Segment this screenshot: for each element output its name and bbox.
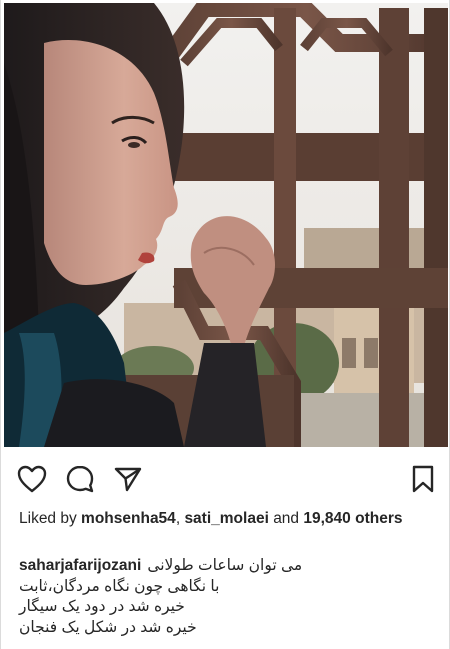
action-bar [1,458,450,502]
likes-separator: , [175,510,181,527]
caption-line-4: خیره شد در شکل یک فنجان [19,618,433,639]
heart-icon[interactable] [15,462,49,496]
liker-username[interactable]: sati_molaei [184,510,268,527]
likes-count[interactable]: 19,840 [303,510,350,527]
caption-text: خیره شد در شکل یک فنجان [19,618,197,636]
likes-prefix: Liked by [19,510,77,527]
caption-text: می توان ساعات طولانی [147,557,303,574]
liker-username[interactable]: mohsenha54 [81,510,176,527]
paper-plane-icon[interactable] [111,462,145,496]
caption-text: با نگاهی چون نگاه مردگان،ثابت [19,577,220,595]
caption-text: خیره شد در دود یک سیگار [19,598,185,615]
post-caption: saharjafarijozani می توان ساعات طولانی با… [19,556,433,638]
instagram-post: Liked by mohsenha54, sati_molaei and 19,… [0,0,450,649]
caption-line-3: خیره شد در دود یک سیگار [19,597,433,618]
caption-line-1: saharjafarijozani می توان ساعات طولانی [19,556,433,577]
bookmark-icon[interactable] [406,462,440,496]
caption-line-2: با نگاهی چون نگاه مردگان،ثابت [19,577,433,598]
comment-icon[interactable] [63,462,97,496]
likes-suffix[interactable]: others [355,510,402,527]
post-photo[interactable] [4,3,448,447]
likes-summary: Liked by mohsenha54, sati_molaei and 19,… [19,509,429,529]
caption-username[interactable]: saharjafarijozani [19,557,141,574]
likes-conjunction: and [273,510,300,527]
post-photo-image [4,3,448,447]
